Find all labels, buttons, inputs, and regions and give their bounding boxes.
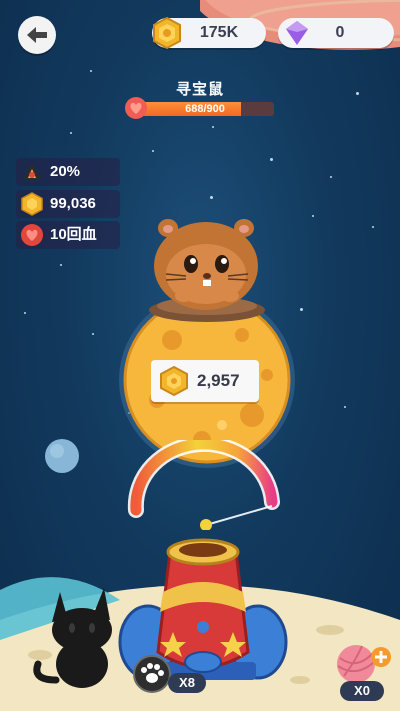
boss-name: 寻宝鼠 (175, 81, 224, 98)
stat-power-value: 20% (50, 163, 81, 180)
stat-gold: 99,036 (16, 190, 120, 218)
boss-hp-bar: 688/900 (136, 102, 274, 116)
gold-value: 175K (199, 24, 239, 41)
yarn-count: X0 (340, 681, 384, 701)
gold-coin-icon (160, 366, 188, 396)
moon-reward-label: 2,957 (151, 360, 259, 402)
aim-line (205, 505, 273, 526)
back-button[interactable] (18, 16, 56, 54)
small-planet-decoration (45, 439, 79, 473)
heart-icon (125, 97, 147, 119)
hamster-boss[interactable] (146, 214, 268, 324)
stat-power: 20% (16, 158, 120, 186)
stat-heal-value: 10回血 (50, 226, 97, 243)
black-cat-character (33, 588, 112, 688)
gem-counter[interactable]: 0 (278, 18, 394, 48)
gem-value: 0 (335, 24, 345, 41)
stat-gold-value: 99,036 (50, 195, 96, 212)
aim-pivot (200, 519, 212, 530)
cannon-power-icon (23, 163, 41, 180)
gold-coin-icon (21, 192, 43, 216)
gold-counter[interactable]: 175K (152, 16, 266, 50)
game-scene: 175K 0 寻宝鼠 688/900 20% 99,036 10回血 2,957… (0, 0, 400, 711)
moon-reward-value: 2,957 (197, 371, 240, 390)
purple-gem-icon (286, 21, 308, 45)
stat-heal: 10回血 (16, 221, 120, 249)
heart-icon (21, 224, 43, 246)
paw-ball-icon[interactable] (132, 654, 172, 694)
gold-coin-icon (153, 16, 181, 50)
boss-hp-text: 688/900 (185, 103, 225, 115)
ammo-count: X8 (168, 673, 206, 693)
plus-icon[interactable] (370, 646, 392, 668)
back-arrow-icon (27, 27, 47, 43)
power-meter (127, 440, 280, 530)
